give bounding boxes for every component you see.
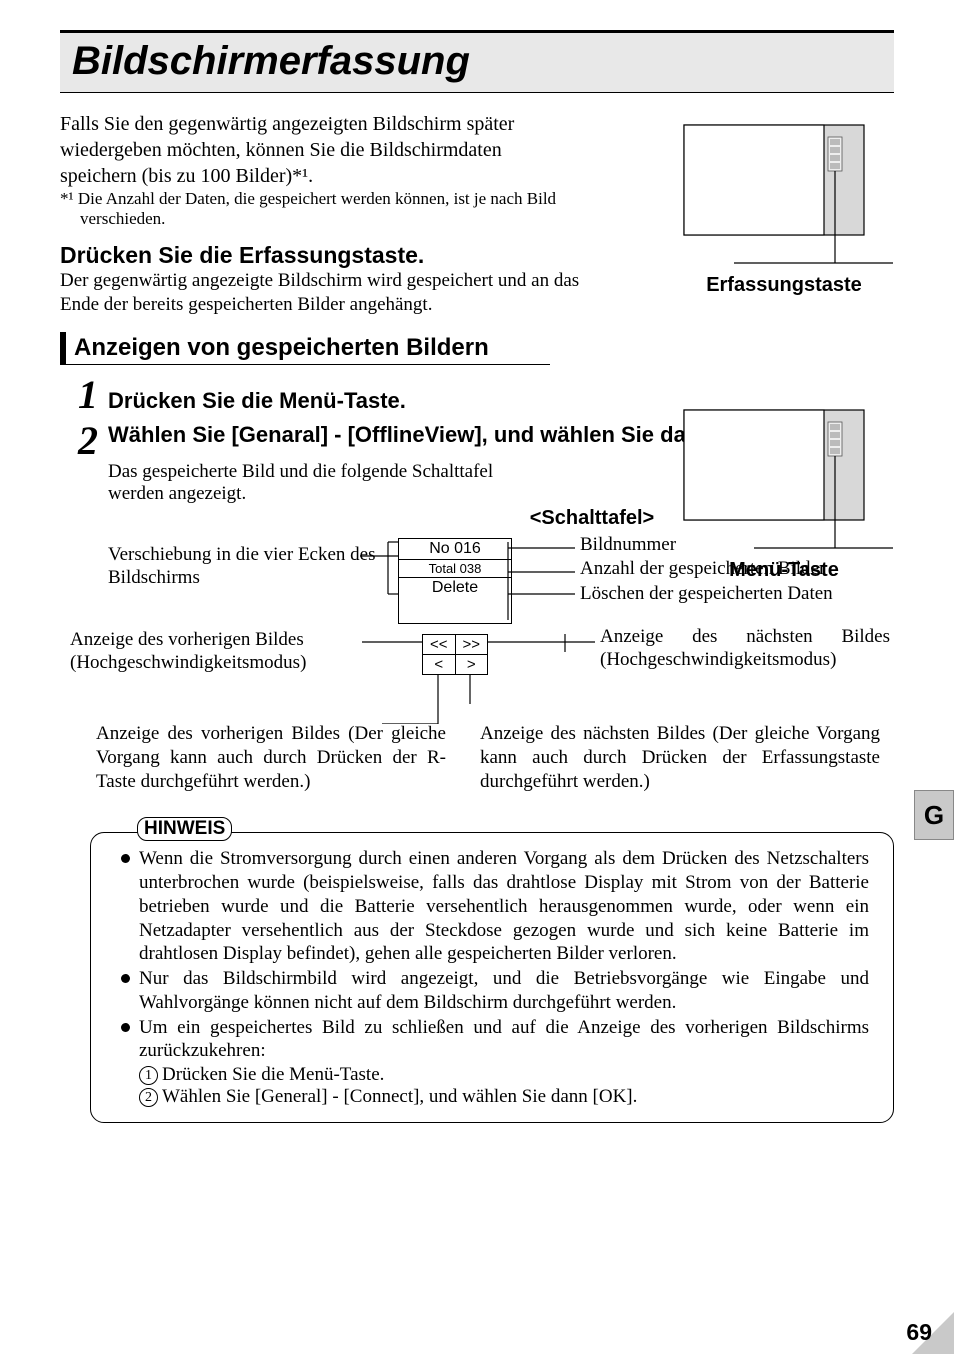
label-total-count: Anzahl der gespeicherten Bilder	[580, 558, 825, 581]
section-header: Anzeigen von gespeicherten Bildern	[60, 332, 550, 365]
side-tab: G	[914, 790, 954, 840]
note-item: Nur das Bildschirmbild wird angezeigt, u…	[121, 967, 869, 1015]
nav-next: >	[456, 655, 488, 674]
label-prev-fast: Anzeige des vorherigen Bildes (Hochgesch…	[70, 629, 400, 675]
page-title: Bildschirmerfassung	[72, 39, 882, 84]
circled-2-icon: 2	[139, 1088, 158, 1107]
note-substep-1: 1Drücken Sie die Menü-Taste.	[139, 1064, 869, 1086]
footnote: *¹ Die Anzahl der Daten, die gespeichert…	[80, 189, 600, 230]
circled-1-icon: 1	[139, 1066, 158, 1085]
label-corner-shift: Verschiebung in die vier Ecken des Bilds…	[108, 544, 378, 590]
panel-nav-box: << >> < >	[422, 634, 488, 675]
step-number: 1	[78, 375, 98, 415]
panel-image-number: No 016	[399, 539, 511, 560]
intro-paragraph: Falls Sie den gegenwärtig angezeigten Bi…	[60, 111, 580, 189]
step-title: Wählen Sie [Genaral] - [OfflineView], un…	[108, 421, 773, 449]
step-number: 2	[78, 421, 98, 461]
page-number: 69	[906, 1319, 932, 1346]
label-next-below: Anzeige des nächsten Bildes (Der gleiche…	[480, 722, 880, 793]
device-illustration-icon	[674, 115, 894, 265]
note-substep-text: Wählen Sie [General] - [Connect], und wä…	[162, 1086, 637, 1107]
label-delete: Löschen der gespeicherten Daten	[580, 583, 833, 606]
note-label: HINWEIS	[137, 817, 232, 841]
nav-fast-prev: <<	[423, 635, 456, 655]
step-2-body: Das gespeicherte Bild und die folgende S…	[108, 461, 548, 505]
nav-prev: <	[423, 655, 456, 674]
step-title: Drücken Sie die Menü-Taste.	[108, 388, 406, 414]
label-image-number: Bildnummer	[580, 534, 676, 557]
device-illustration-icon	[674, 400, 894, 550]
label-prev-below: Anzeige des vorherigen Bildes (Der gleic…	[96, 722, 446, 793]
panel-total: Total 038	[399, 560, 511, 578]
label-next-fast: Anzeige des nächsten Bildes (Hochgeschwi…	[600, 626, 890, 672]
figure-caption-capture: Erfassungstaste	[674, 274, 894, 297]
nav-fast-next: >>	[456, 635, 488, 655]
panel-delete: Delete	[399, 578, 511, 598]
panel-box: No 016 Total 038 Delete	[398, 538, 512, 624]
page-title-bar: Bildschirmerfassung	[60, 30, 894, 93]
note-item: Wenn die Stromversorgung durch einen and…	[121, 847, 869, 966]
press-body: Der gegenwärtig angezeigte Bildschirm wi…	[60, 269, 580, 317]
note-box: HINWEIS Wenn die Stromversorgung durch e…	[90, 832, 894, 1123]
note-item: Um ein gespeichertes Bild zu schließen u…	[121, 1016, 869, 1064]
note-substep-2: 2Wählen Sie [General] - [Connect], und w…	[139, 1086, 869, 1108]
schalttafel-diagram: No 016 Total 038 Delete << >> < > Versch…	[60, 534, 894, 824]
figure-capture-button: Erfassungstaste	[674, 115, 894, 297]
note-substep-text: Drücken Sie die Menü-Taste.	[162, 1064, 384, 1085]
